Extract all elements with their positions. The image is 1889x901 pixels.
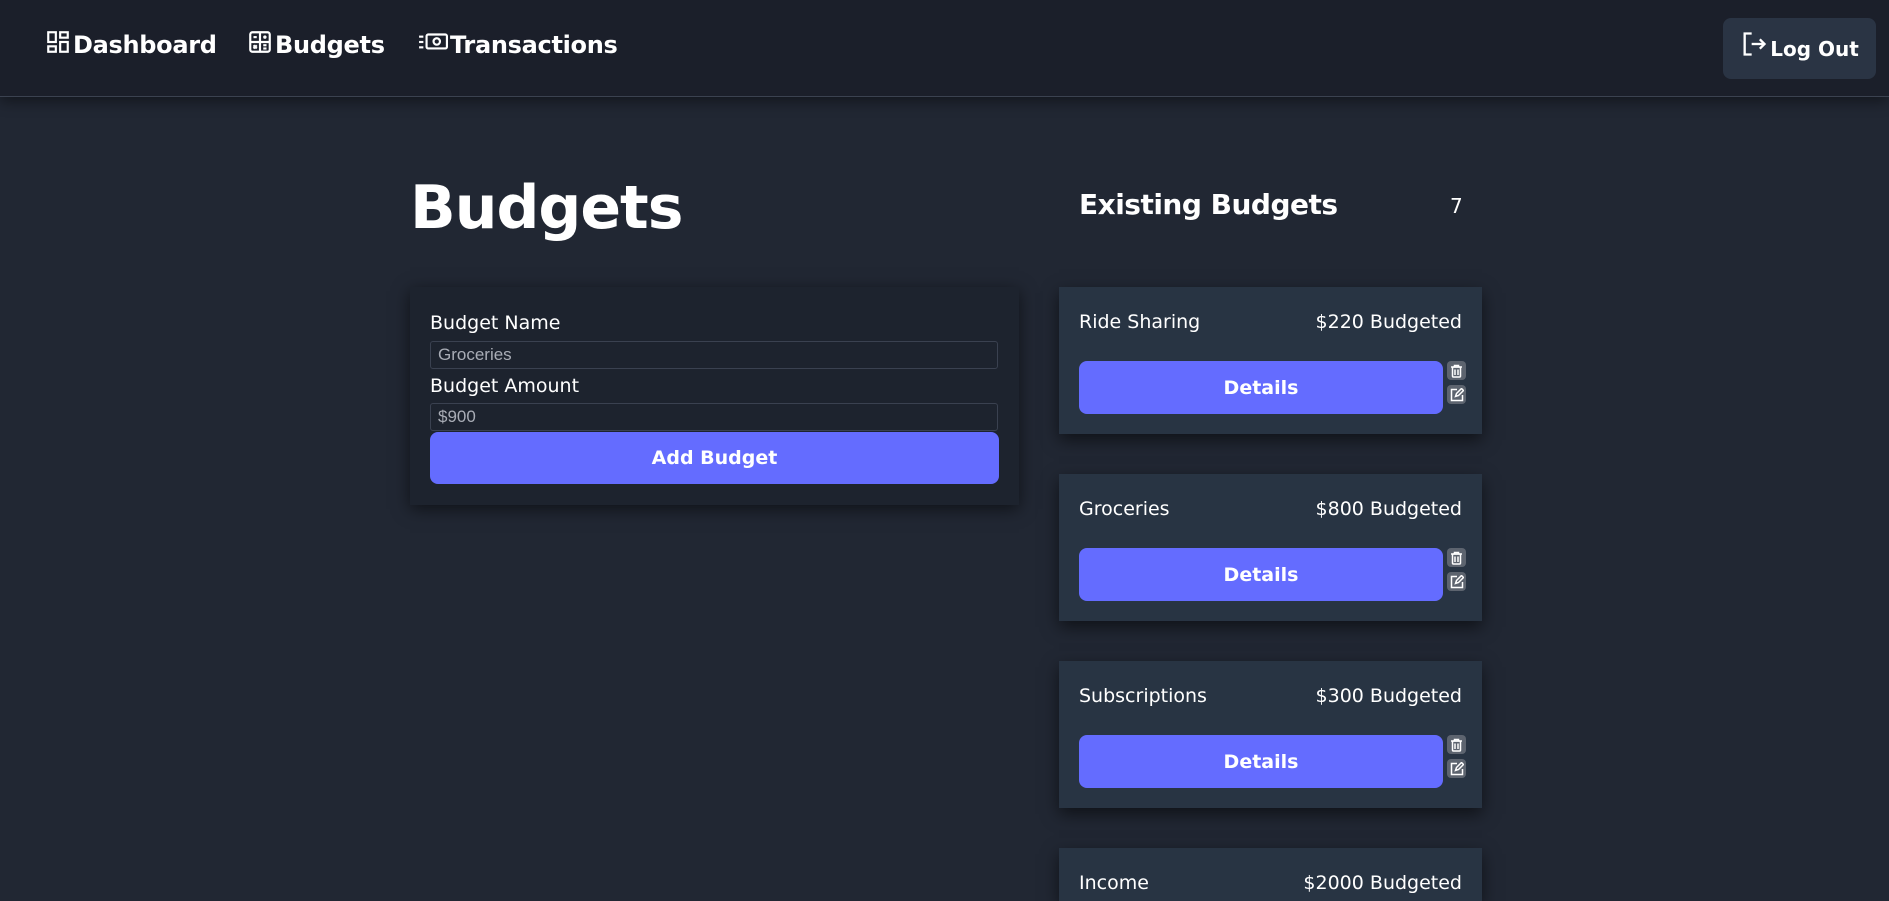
logout-icon xyxy=(1743,31,1767,56)
add-budget-button[interactable]: Add Budget xyxy=(430,432,999,484)
budget-name-label: Budget Name xyxy=(430,312,561,334)
page-title: Budgets xyxy=(410,173,683,243)
nav-transactions-label: Transactions xyxy=(450,31,618,59)
budget-count: 7 xyxy=(1450,194,1463,218)
details-button[interactable]: Details xyxy=(1079,361,1443,414)
nav-dashboard-label: Dashboard xyxy=(73,31,217,59)
logout-button[interactable]: Log Out xyxy=(1723,18,1876,79)
edit-button[interactable] xyxy=(1447,385,1466,404)
nav-dashboard-link[interactable]: Dashboard xyxy=(45,31,217,59)
budget-name: Groceries xyxy=(1079,498,1170,520)
budget-amount: $2000 Budgeted xyxy=(1303,872,1462,894)
budget-card: Subscriptions $300 Budgeted Details xyxy=(1059,661,1482,808)
details-button[interactable]: Details xyxy=(1079,548,1443,601)
details-button[interactable]: Details xyxy=(1079,735,1443,788)
delete-button[interactable] xyxy=(1447,361,1466,380)
edit-button[interactable] xyxy=(1447,759,1466,778)
trash-icon xyxy=(1451,738,1462,752)
budget-card: Income $2000 Budgeted xyxy=(1059,848,1482,901)
nav-budgets-link[interactable]: Budgets xyxy=(247,31,385,59)
edit-icon xyxy=(1450,574,1464,588)
top-navigation: Dashboard Budgets Transactions Log Out xyxy=(0,0,1889,97)
budget-card: Ride Sharing $220 Budgeted Details xyxy=(1059,287,1482,434)
calculator-icon xyxy=(249,31,271,53)
dashboard-icon xyxy=(47,31,69,53)
edit-icon xyxy=(1450,387,1464,401)
delete-button[interactable] xyxy=(1447,548,1466,567)
budget-amount: $300 Budgeted xyxy=(1315,685,1462,707)
nav-transactions-link[interactable]: Transactions xyxy=(418,31,618,59)
budget-amount-input[interactable] xyxy=(430,403,998,431)
trash-icon xyxy=(1451,551,1462,565)
budget-card: Groceries $800 Budgeted Details xyxy=(1059,474,1482,621)
nav-budgets-label: Budgets xyxy=(275,31,385,59)
add-budget-form: Budget Name Budget Amount Add Budget xyxy=(410,287,1019,505)
money-icon xyxy=(419,33,448,50)
logout-label: Log Out xyxy=(1770,36,1859,61)
budget-name: Ride Sharing xyxy=(1079,311,1201,333)
delete-button[interactable] xyxy=(1447,735,1466,754)
budget-amount: $220 Budgeted xyxy=(1315,311,1462,333)
budget-name: Subscriptions xyxy=(1079,685,1207,707)
edit-icon xyxy=(1450,761,1464,775)
existing-budgets-title: Existing Budgets xyxy=(1079,188,1338,221)
budget-amount-label: Budget Amount xyxy=(430,375,580,397)
budget-amount: $800 Budgeted xyxy=(1315,498,1462,520)
budget-name-input[interactable] xyxy=(430,341,998,369)
trash-icon xyxy=(1451,364,1462,378)
budget-name: Income xyxy=(1079,872,1149,894)
edit-button[interactable] xyxy=(1447,572,1466,591)
